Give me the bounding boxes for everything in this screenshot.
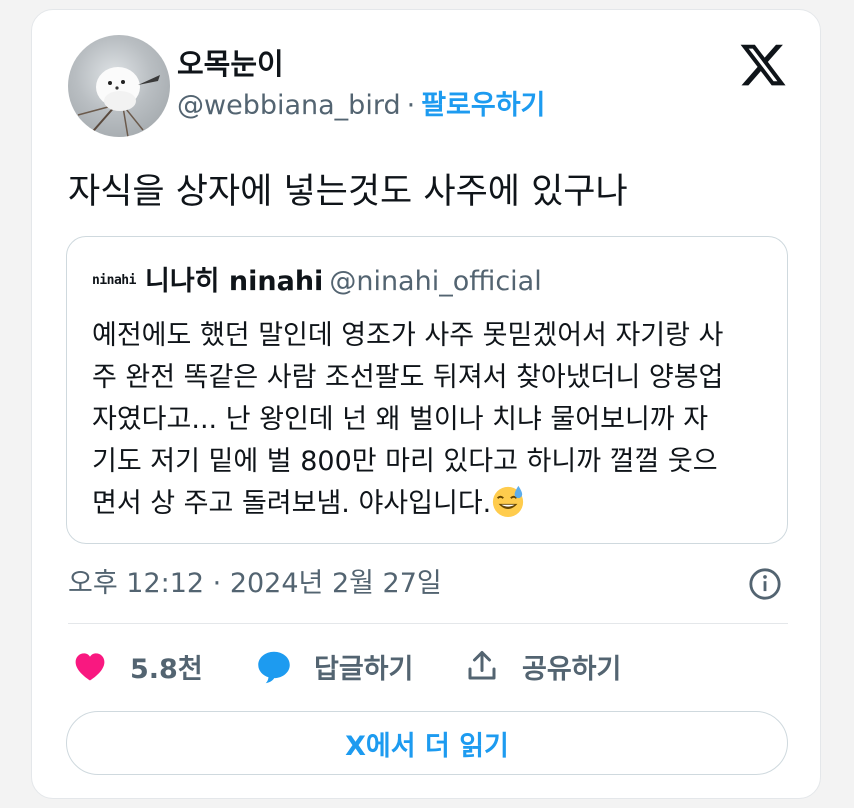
separator-dot: · — [406, 90, 416, 121]
quote-line: 면서 상 주고 돌려보냄. 야사입니다. — [92, 488, 492, 519]
read-more-label: X에서 더 읽기 — [345, 730, 509, 762]
bird-avatar[interactable] — [68, 35, 170, 137]
quote-author-name[interactable]: 니나히 ninahi — [145, 266, 323, 297]
sweat-smile-emoji — [491, 484, 525, 518]
quote-line-last: 면서 상 주고 돌려보냄. 야사입니다. — [92, 483, 782, 525]
read-more-button[interactable]: X에서 더 읽기 — [66, 711, 788, 775]
info-icon[interactable] — [748, 567, 782, 601]
reply-bubble-icon — [258, 651, 290, 684]
quote-line: 기도 저기 밑에 벌 800만 마리 있다고 하니까 껄껄 웃으 — [92, 446, 718, 477]
tweet-text: 자식을 상자에 넣는것도 사주에 있구나 — [68, 172, 628, 212]
heart-icon — [75, 653, 105, 681]
quote-author-row: 니나히 ninahi @ninahi_official — [145, 263, 542, 301]
quote-line: 주 완전 똑같은 사람 조선팔도 뒤져서 찾아냈더니 양봉업 — [92, 362, 724, 393]
quote-body: 예전에도 했던 말인데 영조가 사주 못믿겠어서 자기랑 사 주 완전 똑같은 … — [92, 315, 782, 525]
quote-line: 예전에도 했던 말인데 영조가 사주 못믿겠어서 자기랑 사 — [92, 320, 724, 351]
reply-button[interactable]: 답글하기 — [256, 646, 413, 686]
share-button[interactable]: 공유하기 — [464, 646, 621, 686]
quote-author-handle[interactable]: @ninahi_official — [329, 266, 541, 297]
author-display-name[interactable]: 오목눈이 — [177, 44, 284, 84]
divider — [68, 623, 788, 624]
quote-author-logo: ninahi — [92, 273, 136, 288]
like-button[interactable]: 5.8천 — [72, 646, 203, 686]
share-icon — [468, 651, 496, 680]
follow-button[interactable]: 팔로우하기 — [421, 90, 545, 121]
like-count: 5.8천 — [130, 653, 203, 685]
quote-line: 자였다고... 난 왕인데 넌 왜 벌이나 치냐 물어보니까 자 — [92, 404, 709, 435]
share-label: 공유하기 — [522, 653, 622, 685]
author-handle[interactable]: @webbiana_bird — [177, 90, 401, 121]
tweet-embed-card: 오목눈이 @webbiana_bird · 팔로우하기 자식을 상자에 넣는것도 사… — [31, 9, 821, 799]
tweet-timestamp[interactable]: 오후 12:12 · 2024년 2월 27일 — [68, 564, 442, 604]
reply-label: 답글하기 — [314, 653, 414, 685]
author-handle-row: @webbiana_bird · 팔로우하기 — [177, 88, 545, 124]
quoted-tweet[interactable]: ninahi 니나히 ninahi @ninahi_official 예전에도 했… — [66, 236, 788, 544]
x-logo-icon[interactable] — [738, 40, 788, 90]
